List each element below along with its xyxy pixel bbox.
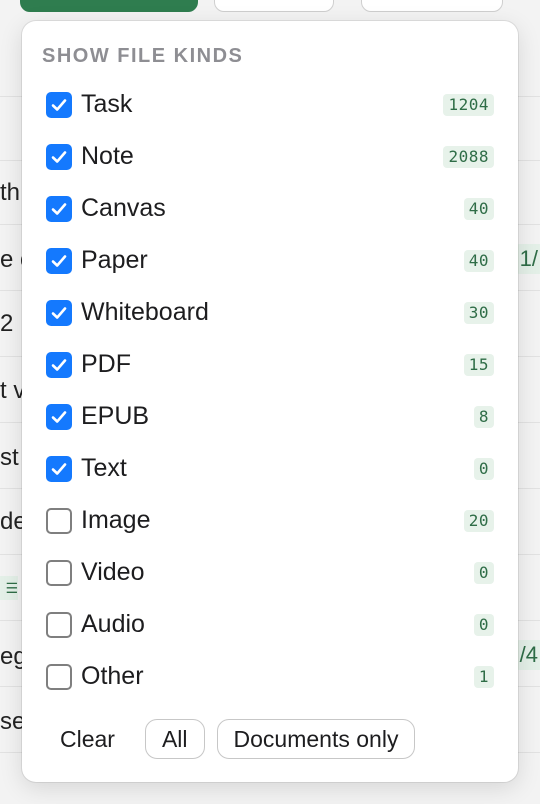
file-kind-label: Canvas: [81, 194, 166, 222]
file-kind-label: Other: [81, 662, 144, 690]
file-kind-label: Paper: [81, 246, 148, 274]
section-title: SHOW FILE KINDS: [42, 45, 244, 67]
file-kind-checkbox[interactable]: [46, 508, 72, 534]
file-kind-checkbox[interactable]: [46, 92, 72, 118]
checkmark-icon: [51, 411, 67, 423]
file-kind-checkbox[interactable]: [46, 404, 72, 430]
background-row-text: st: [0, 444, 19, 471]
file-kind-checkbox[interactable]: [46, 612, 72, 638]
filter-tab[interactable]: [361, 0, 503, 12]
checkmark-icon: [51, 203, 67, 215]
checkmark-icon: [51, 307, 67, 319]
file-kind-checkbox[interactable]: [46, 196, 72, 222]
file-kind-row-text[interactable]: Text 0: [22, 443, 518, 495]
file-kind-label: EPUB: [81, 402, 150, 430]
file-kind-row-paper[interactable]: Paper 40: [22, 235, 518, 287]
file-kind-checkbox[interactable]: [46, 248, 72, 274]
popover-footer: Clear All Documents only: [42, 718, 416, 760]
file-kind-row-epub[interactable]: EPUB 8: [22, 391, 518, 443]
file-kind-count-badge: 2088: [443, 146, 494, 168]
file-kind-row-video[interactable]: Video 0: [22, 547, 518, 599]
checkmark-icon: [51, 463, 67, 475]
background-row-text: th: [0, 179, 21, 206]
file-kinds-popover: SHOW FILE KINDS Task 1204 Note 2088 Canvas 40…: [22, 21, 518, 782]
file-kind-checkbox[interactable]: [46, 300, 72, 326]
file-kind-checkbox[interactable]: [46, 352, 72, 378]
file-kind-checkbox[interactable]: [46, 560, 72, 586]
file-kind-label: Task: [81, 90, 133, 118]
checkmark-icon: [51, 255, 67, 267]
file-kind-label: Image: [81, 506, 151, 534]
file-kind-count-badge: 8: [473, 406, 494, 428]
checkmark-icon: [51, 151, 67, 163]
file-kind-label: Audio: [81, 610, 145, 638]
file-kind-count-badge: 0: [473, 458, 494, 480]
file-kind-label: Video: [81, 558, 145, 586]
active-filter-tab[interactable]: [20, 0, 198, 12]
file-kind-row-note[interactable]: Note 2088: [22, 131, 518, 183]
filter-tab[interactable]: [214, 0, 334, 12]
file-kind-count-badge: 0: [473, 614, 494, 636]
file-kind-label: Whiteboard: [81, 298, 209, 326]
file-kind-checkbox[interactable]: [46, 456, 72, 482]
background-list-icon: ☰: [0, 576, 18, 600]
file-kind-row-whiteboard[interactable]: Whiteboard 30: [22, 287, 518, 339]
file-kind-row-image[interactable]: Image 20: [22, 495, 518, 547]
file-kind-list: Task 1204 Note 2088 Canvas 40 Paper 40 Whiteboar…: [22, 79, 518, 703]
file-kind-count-badge: 0: [473, 562, 494, 584]
file-kind-row-pdf[interactable]: PDF 15: [22, 339, 518, 391]
file-kind-label: Text: [81, 454, 127, 482]
file-kind-row-other[interactable]: Other 1: [22, 651, 518, 703]
file-kind-count-badge: 1: [473, 666, 494, 688]
file-kind-count-badge: 40: [463, 250, 494, 272]
file-kind-checkbox[interactable]: [46, 144, 72, 170]
checkmark-icon: [51, 359, 67, 371]
file-kind-count-badge: 20: [463, 510, 494, 532]
documents-only-button[interactable]: Documents only: [216, 719, 416, 759]
file-kind-row-canvas[interactable]: Canvas 40: [22, 183, 518, 235]
checkmark-icon: [51, 99, 67, 111]
file-kind-checkbox[interactable]: [46, 664, 72, 690]
file-kind-count-badge: 30: [463, 302, 494, 324]
file-kind-row-task[interactable]: Task 1204: [22, 79, 518, 131]
file-kind-count-badge: 15: [463, 354, 494, 376]
file-kind-count-badge: 1204: [443, 94, 494, 116]
background-row-text: 2: [0, 310, 14, 337]
clear-button[interactable]: Clear: [42, 718, 133, 760]
file-kind-label: Note: [81, 142, 134, 170]
file-kind-count-badge: 40: [463, 198, 494, 220]
file-kind-row-audio[interactable]: Audio 0: [22, 599, 518, 651]
select-all-button[interactable]: All: [144, 719, 205, 759]
file-kind-label: PDF: [81, 350, 131, 378]
